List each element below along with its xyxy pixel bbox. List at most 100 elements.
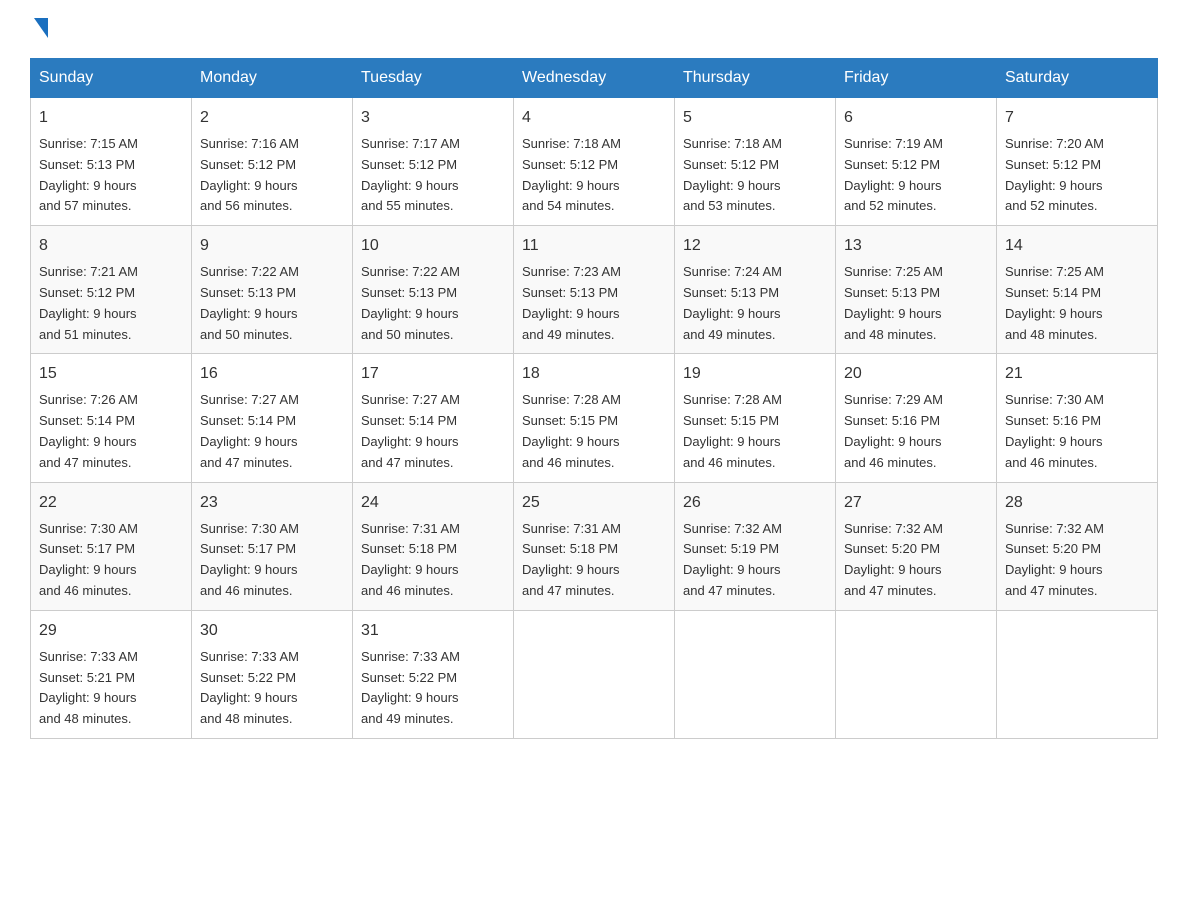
day-info: Sunrise: 7:33 AMSunset: 5:22 PMDaylight:… (361, 647, 505, 730)
day-number: 26 (683, 491, 827, 515)
calendar-table: SundayMondayTuesdayWednesdayThursdayFrid… (30, 58, 1158, 739)
day-info: Sunrise: 7:25 AMSunset: 5:13 PMDaylight:… (844, 262, 988, 345)
day-number: 2 (200, 106, 344, 130)
day-number: 15 (39, 362, 183, 386)
day-number: 21 (1005, 362, 1149, 386)
day-number: 27 (844, 491, 988, 515)
calendar-cell: 13 Sunrise: 7:25 AMSunset: 5:13 PMDayligh… (836, 226, 997, 354)
calendar-cell: 5 Sunrise: 7:18 AMSunset: 5:12 PMDaylight… (675, 98, 836, 226)
day-number: 5 (683, 106, 827, 130)
week-row-4: 22 Sunrise: 7:30 AMSunset: 5:17 PMDayligh… (31, 482, 1158, 610)
day-number: 7 (1005, 106, 1149, 130)
day-number: 8 (39, 234, 183, 258)
day-info: Sunrise: 7:21 AMSunset: 5:12 PMDaylight:… (39, 262, 183, 345)
calendar-cell: 29 Sunrise: 7:33 AMSunset: 5:21 PMDayligh… (31, 610, 192, 738)
calendar-cell: 25 Sunrise: 7:31 AMSunset: 5:18 PMDayligh… (514, 482, 675, 610)
calendar-cell: 4Sunrise: 7:18 AMSunset: 5:12 PMDaylight… (514, 98, 675, 226)
week-row-1: 1Sunrise: 7:15 AMSunset: 5:13 PMDaylight… (31, 98, 1158, 226)
day-number: 25 (522, 491, 666, 515)
day-info: Sunrise: 7:31 AMSunset: 5:18 PMDaylight:… (522, 519, 666, 602)
calendar-cell: 22Sunrise: 7:30 AMSunset: 5:17 PMDayligh… (31, 482, 192, 610)
day-number: 31 (361, 619, 505, 643)
day-number: 20 (844, 362, 988, 386)
day-number: 13 (844, 234, 988, 258)
day-info: Sunrise: 7:29 AMSunset: 5:16 PMDaylight:… (844, 390, 988, 473)
day-info: Sunrise: 7:33 AMSunset: 5:22 PMDaylight:… (200, 647, 344, 730)
calendar-cell: 12 Sunrise: 7:24 AMSunset: 5:13 PMDayligh… (675, 226, 836, 354)
calendar-cell (514, 610, 675, 738)
header-friday: Friday (836, 59, 997, 98)
day-info: Sunrise: 7:28 AMSunset: 5:15 PMDaylight:… (683, 390, 827, 473)
header-tuesday: Tuesday (353, 59, 514, 98)
day-info: Sunrise: 7:22 AMSunset: 5:13 PMDaylight:… (200, 262, 344, 345)
header-sunday: Sunday (31, 59, 192, 98)
day-info: Sunrise: 7:22 AMSunset: 5:13 PMDaylight:… (361, 262, 505, 345)
day-number: 24 (361, 491, 505, 515)
week-row-3: 15 Sunrise: 7:26 AMSunset: 5:14 PMDayligh… (31, 354, 1158, 482)
day-number: 29 (39, 619, 183, 643)
calendar-cell: 6Sunrise: 7:19 AMSunset: 5:12 PMDaylight… (836, 98, 997, 226)
day-info: Sunrise: 7:20 AMSunset: 5:12 PMDaylight:… (1005, 134, 1149, 217)
day-number: 4 (522, 106, 666, 130)
header-monday: Monday (192, 59, 353, 98)
calendar-cell: 21 Sunrise: 7:30 AMSunset: 5:16 PMDayligh… (997, 354, 1158, 482)
calendar-cell: 28 Sunrise: 7:32 AMSunset: 5:20 PMDayligh… (997, 482, 1158, 610)
day-info: Sunrise: 7:30 AMSunset: 5:16 PMDaylight:… (1005, 390, 1149, 473)
day-number: 22 (39, 491, 183, 515)
day-number: 17 (361, 362, 505, 386)
day-info: Sunrise: 7:25 AMSunset: 5:14 PMDaylight:… (1005, 262, 1149, 345)
calendar-cell: 20 Sunrise: 7:29 AMSunset: 5:16 PMDayligh… (836, 354, 997, 482)
header-saturday: Saturday (997, 59, 1158, 98)
logo-triangle-icon (34, 18, 48, 38)
calendar-cell: 8 Sunrise: 7:21 AMSunset: 5:12 PMDaylight… (31, 226, 192, 354)
day-info: Sunrise: 7:27 AMSunset: 5:14 PMDaylight:… (361, 390, 505, 473)
week-row-5: 29 Sunrise: 7:33 AMSunset: 5:21 PMDayligh… (31, 610, 1158, 738)
day-info: Sunrise: 7:33 AMSunset: 5:21 PMDaylight:… (39, 647, 183, 730)
calendar-cell: 24 Sunrise: 7:31 AMSunset: 5:18 PMDayligh… (353, 482, 514, 610)
day-number: 3 (361, 106, 505, 130)
day-info: Sunrise: 7:24 AMSunset: 5:13 PMDaylight:… (683, 262, 827, 345)
day-info: Sunrise: 7:32 AMSunset: 5:20 PMDaylight:… (844, 519, 988, 602)
day-info: Sunrise: 7:32 AMSunset: 5:19 PMDaylight:… (683, 519, 827, 602)
header-thursday: Thursday (675, 59, 836, 98)
calendar-cell (836, 610, 997, 738)
calendar-cell: 30 Sunrise: 7:33 AMSunset: 5:22 PMDayligh… (192, 610, 353, 738)
day-number: 28 (1005, 491, 1149, 515)
calendar-cell: 1Sunrise: 7:15 AMSunset: 5:13 PMDaylight… (31, 98, 192, 226)
calendar-cell: 10Sunrise: 7:22 AMSunset: 5:13 PMDayligh… (353, 226, 514, 354)
day-info: Sunrise: 7:32 AMSunset: 5:20 PMDaylight:… (1005, 519, 1149, 602)
day-info: Sunrise: 7:15 AMSunset: 5:13 PMDaylight:… (39, 134, 183, 217)
header-wednesday: Wednesday (514, 59, 675, 98)
calendar-cell: 2 Sunrise: 7:16 AMSunset: 5:12 PMDaylight… (192, 98, 353, 226)
day-number: 16 (200, 362, 344, 386)
day-number: 30 (200, 619, 344, 643)
day-info: Sunrise: 7:18 AMSunset: 5:12 PMDaylight:… (683, 134, 827, 217)
day-number: 19 (683, 362, 827, 386)
calendar-cell (997, 610, 1158, 738)
day-info: Sunrise: 7:30 AMSunset: 5:17 PMDaylight:… (200, 519, 344, 602)
day-number: 11 (522, 234, 666, 258)
day-info: Sunrise: 7:31 AMSunset: 5:18 PMDaylight:… (361, 519, 505, 602)
day-number: 18 (522, 362, 666, 386)
calendar-cell: 16Sunrise: 7:27 AMSunset: 5:14 PMDayligh… (192, 354, 353, 482)
day-number: 12 (683, 234, 827, 258)
day-info: Sunrise: 7:26 AMSunset: 5:14 PMDaylight:… (39, 390, 183, 473)
calendar-cell: 15 Sunrise: 7:26 AMSunset: 5:14 PMDayligh… (31, 354, 192, 482)
calendar-cell: 17 Sunrise: 7:27 AMSunset: 5:14 PMDayligh… (353, 354, 514, 482)
day-info: Sunrise: 7:16 AMSunset: 5:12 PMDaylight:… (200, 134, 344, 217)
page-header (30, 20, 1158, 38)
calendar-cell: 26 Sunrise: 7:32 AMSunset: 5:19 PMDayligh… (675, 482, 836, 610)
calendar-cell: 7 Sunrise: 7:20 AMSunset: 5:12 PMDaylight… (997, 98, 1158, 226)
calendar-cell: 31 Sunrise: 7:33 AMSunset: 5:22 PMDayligh… (353, 610, 514, 738)
logo (30, 20, 48, 38)
day-number: 6 (844, 106, 988, 130)
calendar-cell: 18 Sunrise: 7:28 AMSunset: 5:15 PMDayligh… (514, 354, 675, 482)
day-info: Sunrise: 7:28 AMSunset: 5:15 PMDaylight:… (522, 390, 666, 473)
calendar-cell: 9 Sunrise: 7:22 AMSunset: 5:13 PMDaylight… (192, 226, 353, 354)
calendar-cell: 23Sunrise: 7:30 AMSunset: 5:17 PMDayligh… (192, 482, 353, 610)
day-number: 9 (200, 234, 344, 258)
calendar-cell: 19 Sunrise: 7:28 AMSunset: 5:15 PMDayligh… (675, 354, 836, 482)
week-row-2: 8 Sunrise: 7:21 AMSunset: 5:12 PMDaylight… (31, 226, 1158, 354)
day-info: Sunrise: 7:23 AMSunset: 5:13 PMDaylight:… (522, 262, 666, 345)
day-number: 14 (1005, 234, 1149, 258)
